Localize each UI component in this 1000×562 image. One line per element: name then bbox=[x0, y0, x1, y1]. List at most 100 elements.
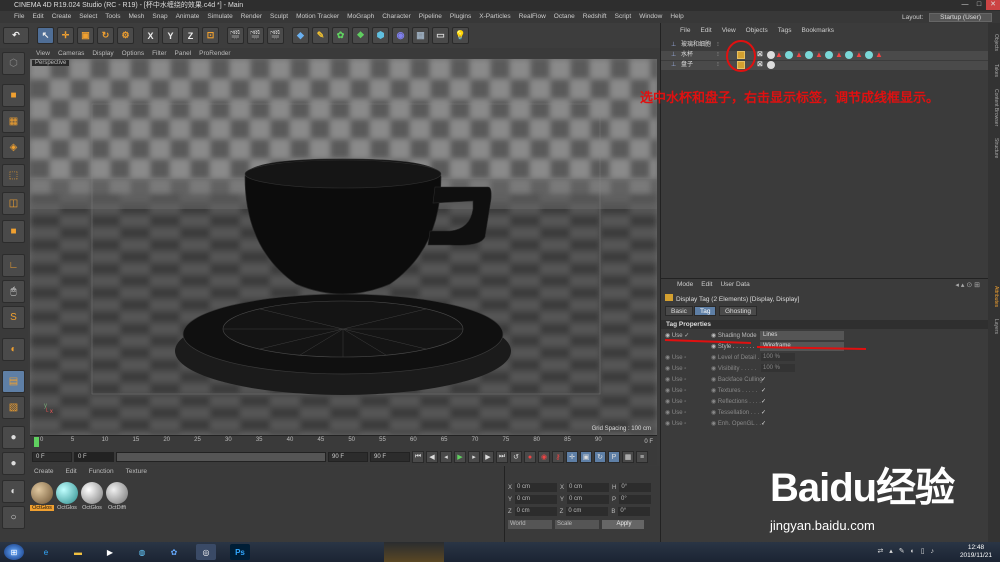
light-icon[interactable]: 💡 bbox=[452, 27, 469, 44]
octane-tag-icon[interactable]: ▲ bbox=[855, 51, 863, 59]
octane-tag-icon[interactable]: ▲ bbox=[835, 51, 843, 59]
menu-script[interactable]: Script bbox=[611, 11, 636, 23]
size-y-field[interactable]: 0 cm bbox=[567, 495, 610, 504]
end-frame-field[interactable]: 90 F bbox=[328, 452, 368, 462]
use-checkbox[interactable]: ◉ Use ▫ bbox=[665, 408, 686, 418]
sphere-half-icon[interactable]: ◐ bbox=[2, 480, 25, 503]
start-frame-field[interactable]: 0 F bbox=[32, 452, 72, 462]
goto-start-icon[interactable]: ⏮ bbox=[412, 451, 424, 463]
viewport-menu-view[interactable]: View bbox=[32, 50, 54, 57]
menu-character[interactable]: Character bbox=[378, 11, 415, 23]
taskbar-clock[interactable]: 12:48 2019/11/21 bbox=[960, 544, 992, 560]
attr-menu-user-data[interactable]: User Data bbox=[716, 281, 753, 288]
close-button[interactable]: ✕ bbox=[986, 0, 1000, 10]
coord-mode-dropdown[interactable]: World bbox=[508, 520, 552, 529]
next-key-icon[interactable]: ▶ bbox=[482, 451, 494, 463]
solo-icon[interactable]: ◐ bbox=[2, 338, 25, 361]
menu-mesh[interactable]: Mesh bbox=[124, 11, 148, 23]
objects-menu-file[interactable]: File bbox=[675, 27, 695, 34]
viewport-menu-display[interactable]: Display bbox=[88, 50, 117, 57]
model-mode-icon[interactable]: ■ bbox=[2, 84, 25, 107]
viewport-menu-filter[interactable]: Filter bbox=[148, 50, 170, 57]
preview-end-field[interactable]: 90 F bbox=[370, 452, 410, 462]
tab-objects[interactable]: Objects bbox=[989, 27, 999, 57]
material-menu-texture[interactable]: Texture bbox=[120, 468, 153, 475]
size-mode-dropdown[interactable]: Scale bbox=[555, 520, 599, 529]
material-swatch[interactable]: OctGlos bbox=[30, 482, 54, 511]
make-editable-icon[interactable]: ⬡ bbox=[2, 52, 25, 75]
tab-tag[interactable]: Tag bbox=[694, 306, 717, 316]
octane-tag-icon[interactable]: ▲ bbox=[875, 51, 883, 59]
object-name[interactable]: 水杯 bbox=[681, 51, 693, 60]
menu-animate[interactable]: Animate bbox=[172, 11, 204, 23]
sphere-icon[interactable]: ● bbox=[2, 426, 25, 449]
rotation-h-field[interactable]: 0° bbox=[619, 483, 652, 492]
enh-opengl-checkbox[interactable]: ✓ bbox=[761, 419, 766, 429]
polygons-mode-icon[interactable]: ■ bbox=[2, 220, 25, 243]
object-row[interactable]: ⊥ 玻璃和细胞 ⁝ bbox=[661, 41, 989, 50]
browser-icon[interactable]: ◍ bbox=[132, 544, 152, 560]
x-axis-icon[interactable]: X bbox=[142, 27, 159, 44]
playhead[interactable] bbox=[34, 437, 39, 447]
tab-basic[interactable]: Basic bbox=[665, 306, 693, 316]
viewport-menu-cameras[interactable]: Cameras bbox=[54, 50, 88, 57]
objects-menu-tags[interactable]: Tags bbox=[773, 27, 797, 34]
deformer-icon[interactable]: ⬢ bbox=[372, 27, 389, 44]
current-frame-field[interactable]: 0 F bbox=[74, 452, 114, 462]
render-picture-viewer-icon[interactable]: 🎬 bbox=[247, 27, 264, 44]
use-checkbox[interactable]: ◉ Use ▫ bbox=[665, 419, 686, 429]
locked-workplane-icon[interactable]: ▧ bbox=[2, 396, 25, 419]
cinema4d-icon[interactable]: ◎ bbox=[196, 544, 216, 560]
octane-tag-icon[interactable]: ▲ bbox=[775, 51, 783, 59]
reflections-checkbox[interactable]: ✓ bbox=[761, 397, 766, 407]
keyframe-selection-icon[interactable]: ⚷ bbox=[552, 451, 564, 463]
scale-key-icon[interactable]: ▣ bbox=[580, 451, 592, 463]
material-swatch[interactable]: OctGlos bbox=[55, 482, 79, 511]
floor-icon[interactable]: ▦ bbox=[412, 27, 429, 44]
material-tag-icon[interactable] bbox=[845, 51, 853, 59]
menu-simulate[interactable]: Simulate bbox=[203, 11, 236, 23]
timeline-menu-icon[interactable]: ≡ bbox=[636, 451, 648, 463]
objects-menu-edit[interactable]: Edit bbox=[695, 27, 716, 34]
menu-create[interactable]: Create bbox=[48, 11, 76, 23]
use-checkbox[interactable]: ◉ Use ▫ bbox=[665, 364, 686, 374]
attr-menu-edit[interactable]: Edit bbox=[697, 281, 716, 288]
camera-icon[interactable]: ▭ bbox=[432, 27, 449, 44]
object-name[interactable]: 盘子 bbox=[681, 61, 693, 70]
material-menu-edit[interactable]: Edit bbox=[60, 468, 83, 475]
material-tag-icon[interactable] bbox=[785, 51, 793, 59]
subdivision-icon[interactable]: ✿ bbox=[332, 27, 349, 44]
gear-icon[interactable]: ⚙ bbox=[117, 27, 134, 44]
objects-menu-bookmarks[interactable]: Bookmarks bbox=[796, 27, 839, 34]
loop-icon[interactable]: ↺ bbox=[510, 451, 522, 463]
visibility-dots[interactable]: ⁝ bbox=[717, 41, 719, 50]
menu-octane[interactable]: Octane bbox=[550, 11, 579, 23]
tab-ghosting[interactable]: Ghosting bbox=[719, 306, 758, 316]
viewport-menu-prorender[interactable]: ProRender bbox=[195, 50, 234, 57]
menu-pipeline[interactable]: Pipeline bbox=[415, 11, 446, 23]
tab-layers[interactable]: Layers bbox=[989, 315, 999, 339]
frame-range-slider[interactable] bbox=[116, 452, 326, 462]
render-settings-icon[interactable]: 🎬 bbox=[267, 27, 284, 44]
pla-key-icon[interactable]: ▦ bbox=[622, 451, 634, 463]
menu-window[interactable]: Window bbox=[635, 11, 666, 23]
visibility-dots[interactable]: ⁝ bbox=[717, 61, 719, 70]
rotate-icon[interactable]: ↻ bbox=[97, 27, 114, 44]
visibility-dots[interactable]: ⁝ bbox=[717, 51, 719, 60]
axis-mode-icon[interactable]: ∟ bbox=[2, 254, 25, 277]
material-swatch[interactable]: OctDiffi bbox=[105, 482, 129, 511]
objects-menu-objects[interactable]: Objects bbox=[741, 27, 773, 34]
menu-snap[interactable]: Snap bbox=[148, 11, 171, 23]
size-x-field[interactable]: 0 cm bbox=[567, 483, 610, 492]
parameter-key-icon[interactable]: P bbox=[608, 451, 620, 463]
pen-icon[interactable]: ✎ bbox=[312, 27, 329, 44]
sphere-shaded-icon[interactable]: ● bbox=[2, 452, 25, 475]
goto-end-icon[interactable]: ⏭ bbox=[496, 451, 508, 463]
app-icon[interactable]: ✿ bbox=[164, 544, 184, 560]
apply-button[interactable]: Apply bbox=[602, 520, 644, 529]
z-axis-icon[interactable]: Z bbox=[182, 27, 199, 44]
material-swatch[interactable]: OctGlos bbox=[80, 482, 104, 511]
material-tag-icon[interactable] bbox=[805, 51, 813, 59]
array-icon[interactable]: ❖ bbox=[352, 27, 369, 44]
material-menu-create[interactable]: Create bbox=[28, 468, 60, 475]
